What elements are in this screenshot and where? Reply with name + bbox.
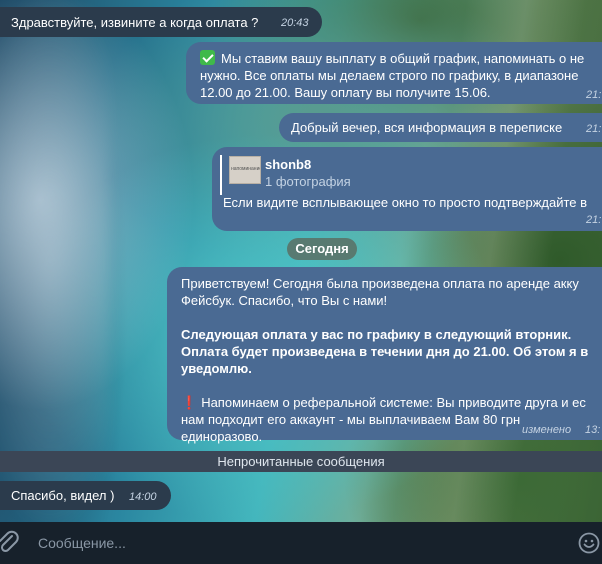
wallpaper-surf (0, 0, 110, 522)
message-text: Если видите всплывающее окно то просто п… (223, 195, 588, 210)
message-time: 13: (585, 424, 601, 436)
emoji-icon[interactable] (578, 532, 600, 554)
message-input[interactable] (38, 522, 558, 564)
message-line: Мы ставим вашу выплату в общий график, н… (200, 50, 602, 67)
message-forwarded-album[interactable]: напоминание от shonb8 1 фотография Если … (212, 147, 602, 231)
album-label: 1 фотография (265, 174, 351, 189)
message-text: Добрый вечер, вся информация в переписке (291, 120, 563, 135)
edited-label: изменено (522, 424, 572, 436)
message-time: 21: (586, 89, 602, 101)
message-line-bold: Следующая оплата у вас по графику в след… (181, 327, 572, 342)
message-line-bold: уведомлю. (181, 361, 252, 376)
album-thumbnail[interactable]: напоминание от (229, 156, 261, 184)
message-outgoing[interactable]: Мы ставим вашу выплату в общий график, н… (186, 42, 602, 104)
message-time: 20:43 (281, 17, 309, 29)
message-time: 14:00 (129, 491, 157, 503)
message-line: ❗ Напоминаем о реферальной системе: Вы пр… (181, 394, 602, 411)
date-separator: Сегодня (287, 238, 357, 260)
exclamation-icon: ❗ (181, 395, 198, 410)
message-incoming[interactable]: Здравствуйте, извините а когда оплата ? … (0, 7, 322, 37)
message-line: Фейсбук. Спасибо, что Вы с нами! (181, 293, 388, 308)
message-outgoing[interactable]: Добрый вечер, вся информация в переписке… (279, 113, 602, 142)
forward-author[interactable]: shonb8 (265, 156, 311, 173)
message-outgoing[interactable]: Приветствуем! Сегодня была произведена о… (167, 267, 602, 444)
message-line: нужно. Все оплаты мы делаем строго по гр… (200, 68, 579, 83)
message-text: Спасибо, видел ) (11, 488, 115, 503)
paperclip-icon[interactable] (0, 530, 20, 556)
message-line: Приветствуем! Сегодня была произведена о… (181, 276, 579, 291)
unread-messages-separator: Непрочитанные сообщения (0, 451, 602, 472)
message-line-bold: Оплата будет произведена в течении дня д… (181, 344, 589, 359)
message-incoming[interactable]: Спасибо, видел ) 14:00 (0, 481, 171, 510)
message-text: Здравствуйте, извините а когда оплата ? (11, 15, 259, 30)
message-composer (0, 522, 602, 564)
forward-bar (220, 155, 222, 195)
message-text: Мы ставим вашу выплату в общий график, н… (221, 51, 585, 66)
message-text: Напоминаем о реферальной системе: Вы при… (201, 395, 586, 410)
thumbnail-text: напоминание от (231, 166, 261, 172)
message-time: 21: (586, 123, 602, 135)
message-line: 12.00 до 21.00. Вашу оплату вы получите … (200, 85, 491, 100)
check-mark-icon (200, 50, 215, 65)
message-time: 21: (586, 214, 602, 226)
